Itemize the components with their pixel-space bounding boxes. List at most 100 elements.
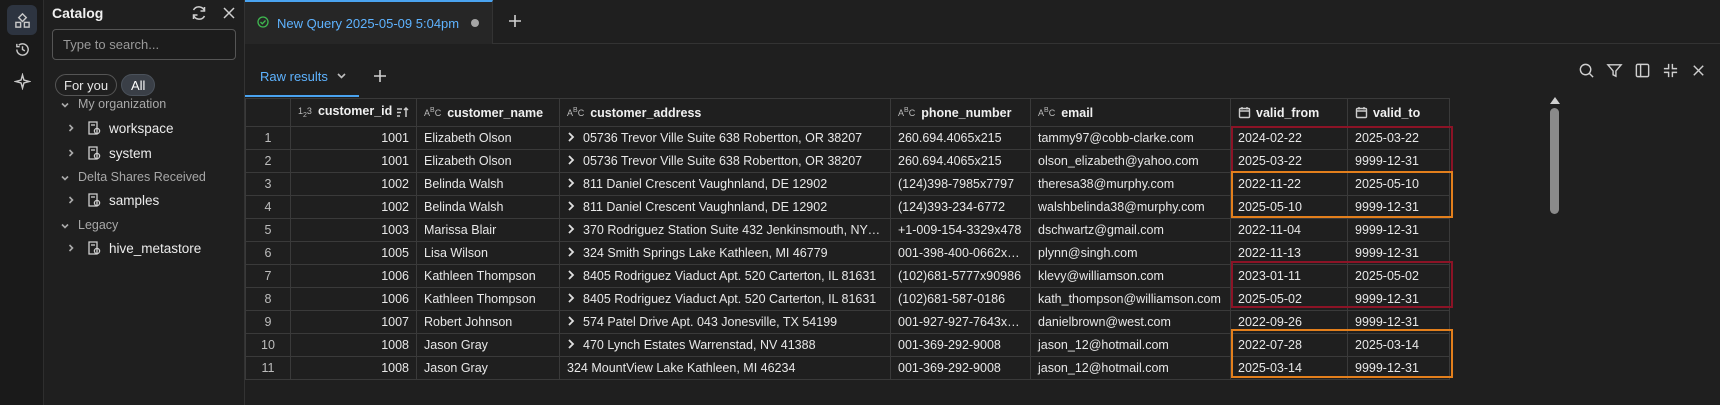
- cell-to[interactable]: 2025-03-14: [1347, 333, 1450, 357]
- expand-chevron-icon[interactable]: [567, 338, 577, 352]
- cell-address[interactable]: 324 MountView Lake Kathleen, MI 46234: [559, 356, 891, 380]
- table-row[interactable]: 3 1002 Belinda Walsh 811 Daniel Crescent Va…: [245, 172, 1450, 196]
- cell-phone[interactable]: 001-369-292-9008: [890, 333, 1031, 357]
- cell-email[interactable]: klevy@williamson.com: [1030, 264, 1231, 288]
- cell-id[interactable]: 1006: [290, 264, 417, 288]
- cell-address[interactable]: 05736 Trevor Ville Suite 638 Robertton, …: [559, 149, 891, 173]
- cell-address[interactable]: 811 Daniel Crescent Vaughnland, DE 12902: [559, 172, 891, 196]
- expand-chevron-icon[interactable]: [567, 200, 577, 214]
- assistant-sparkle-icon[interactable]: [7, 66, 37, 96]
- cell-address[interactable]: 470 Lynch Estates Warrenstad, NV 41388: [559, 333, 891, 357]
- expand-chevron-icon[interactable]: [567, 223, 577, 237]
- cell-name[interactable]: Jason Gray: [416, 333, 560, 357]
- expand-chevron-icon[interactable]: [567, 131, 577, 145]
- section-delta-shares[interactable]: Delta Shares Received: [60, 170, 206, 184]
- cell-from[interactable]: 2025-03-14: [1230, 356, 1348, 380]
- cell-address[interactable]: 324 Smith Springs Lake Kathleen, MI 4677…: [559, 241, 891, 265]
- expand-chevron-icon[interactable]: [567, 292, 577, 306]
- cell-email[interactable]: dschwartz@gmail.com: [1030, 218, 1231, 242]
- cell-name[interactable]: Kathleen Thompson: [416, 287, 560, 311]
- new-tab-plus-icon[interactable]: [507, 13, 525, 31]
- refresh-icon[interactable]: [190, 4, 208, 22]
- cell-phone[interactable]: 001-927-927-7643x347...: [890, 310, 1031, 334]
- cell-id[interactable]: 1003: [290, 218, 417, 242]
- close-icon[interactable]: [220, 4, 238, 22]
- cell-name[interactable]: Elizabeth Olson: [416, 149, 560, 173]
- column-header-phone-number[interactable]: ABC phone_number: [890, 98, 1031, 127]
- tree-item-system[interactable]: system: [66, 145, 152, 161]
- cell-name[interactable]: Belinda Walsh: [416, 172, 560, 196]
- cell-from[interactable]: 2022-11-04: [1230, 218, 1348, 242]
- catalog-search-input[interactable]: [52, 29, 236, 60]
- column-header-customer-address[interactable]: ABC customer_address: [559, 98, 891, 127]
- cell-name[interactable]: Lisa Wilson: [416, 241, 560, 265]
- cell-phone[interactable]: 260.694.4065x215: [890, 126, 1031, 150]
- cell-from[interactable]: 2022-07-28: [1230, 333, 1348, 357]
- tree-item-workspace[interactable]: workspace: [66, 120, 174, 136]
- cell-phone[interactable]: 001-369-292-9008: [890, 356, 1031, 380]
- table-row[interactable]: 2 1001 Elizabeth Olson 05736 Trevor Ville S…: [245, 149, 1450, 173]
- expand-chevron-icon[interactable]: [567, 154, 577, 168]
- expand-chevron-icon[interactable]: [567, 246, 577, 260]
- table-row[interactable]: 10 1008 Jason Gray 470 Lynch Estates Warren…: [245, 333, 1450, 357]
- column-header-email[interactable]: ABC email: [1030, 98, 1231, 127]
- cell-id[interactable]: 1005: [290, 241, 417, 265]
- expand-chevron-icon[interactable]: [567, 269, 577, 283]
- cell-to[interactable]: 2025-05-02: [1347, 264, 1450, 288]
- cell-to[interactable]: 9999-12-31: [1347, 310, 1450, 334]
- cell-from[interactable]: 2024-02-22: [1230, 126, 1348, 150]
- table-row[interactable]: 5 1003 Marissa Blair 370 Rodriguez Station …: [245, 218, 1450, 242]
- cell-email[interactable]: walshbelinda38@murphy.com: [1030, 195, 1231, 219]
- cell-email[interactable]: kath_thompson@williamson.com: [1030, 287, 1231, 311]
- cell-to[interactable]: 9999-12-31: [1347, 241, 1450, 265]
- cell-phone[interactable]: (102)681-5777x90986: [890, 264, 1031, 288]
- close-icon[interactable]: [1690, 62, 1708, 80]
- cell-address[interactable]: 05736 Trevor Ville Suite 638 Robertton, …: [559, 126, 891, 150]
- cell-to[interactable]: 9999-12-31: [1347, 195, 1450, 219]
- cell-id[interactable]: 1002: [290, 172, 417, 196]
- cell-id[interactable]: 1001: [290, 126, 417, 150]
- table-row[interactable]: 1 1001 Elizabeth Olson 05736 Trevor Ville S…: [245, 126, 1450, 150]
- table-row[interactable]: 8 1006 Kathleen Thompson 8405 Rodriguez Via…: [245, 287, 1450, 311]
- catalog-icon[interactable]: [7, 5, 37, 35]
- history-icon[interactable]: [7, 34, 37, 64]
- table-row[interactable]: 9 1007 Robert Johnson 574 Patel Drive Apt. …: [245, 310, 1450, 334]
- cell-name[interactable]: Robert Johnson: [416, 310, 560, 334]
- filter-icon[interactable]: [1606, 62, 1624, 80]
- cell-to[interactable]: 2025-05-10: [1347, 172, 1450, 196]
- chevron-down-icon[interactable]: [336, 69, 347, 84]
- cell-id[interactable]: 1007: [290, 310, 417, 334]
- cell-email[interactable]: theresa38@murphy.com: [1030, 172, 1231, 196]
- cell-to[interactable]: 2025-03-22: [1347, 126, 1450, 150]
- section-legacy[interactable]: Legacy: [60, 218, 118, 232]
- expand-chevron-icon[interactable]: [567, 177, 577, 191]
- section-my-organization[interactable]: My organization: [60, 97, 166, 111]
- cell-phone[interactable]: (102)681-587-0186: [890, 287, 1031, 311]
- cell-address[interactable]: 370 Rodriguez Station Suite 432 Jenkinsm…: [559, 218, 891, 242]
- query-tab[interactable]: New Query 2025-05-09 5:04pm: [245, 0, 493, 44]
- filter-chip-for-you[interactable]: For you: [55, 74, 118, 96]
- tree-item-samples[interactable]: samples: [66, 192, 159, 208]
- table-row[interactable]: 11 1008 Jason Gray 324 MountView Lake Kathl…: [245, 356, 1450, 380]
- add-visualization-plus-icon[interactable]: [372, 68, 388, 87]
- cell-email[interactable]: jason_12@hotmail.com: [1030, 333, 1231, 357]
- cell-name[interactable]: Jason Gray: [416, 356, 560, 380]
- cell-phone[interactable]: +1-009-154-3329x478: [890, 218, 1031, 242]
- cell-email[interactable]: plynn@singh.com: [1030, 241, 1231, 265]
- results-tab[interactable]: Raw results: [260, 69, 347, 84]
- cell-from[interactable]: 2022-11-13: [1230, 241, 1348, 265]
- table-row[interactable]: 4 1002 Belinda Walsh 811 Daniel Crescent Va…: [245, 195, 1450, 219]
- expand-chevron-icon[interactable]: [567, 315, 577, 329]
- cell-to[interactable]: 9999-12-31: [1347, 218, 1450, 242]
- cell-id[interactable]: 1001: [290, 149, 417, 173]
- column-header-customer-id[interactable]: 123 customer_id: [290, 98, 417, 127]
- tree-item-hive-metastore[interactable]: hive_metastore: [66, 240, 201, 256]
- scroll-up-arrow-icon[interactable]: [1550, 97, 1560, 104]
- cell-phone[interactable]: (124)393-234-6772: [890, 195, 1031, 219]
- cell-to[interactable]: 9999-12-31: [1347, 149, 1450, 173]
- collapse-icon[interactable]: [1662, 62, 1680, 80]
- sidebar-panel-icon[interactable]: [1634, 62, 1652, 80]
- cell-id[interactable]: 1002: [290, 195, 417, 219]
- cell-phone[interactable]: 001-398-400-0662x138...: [890, 241, 1031, 265]
- cell-from[interactable]: 2022-09-26: [1230, 310, 1348, 334]
